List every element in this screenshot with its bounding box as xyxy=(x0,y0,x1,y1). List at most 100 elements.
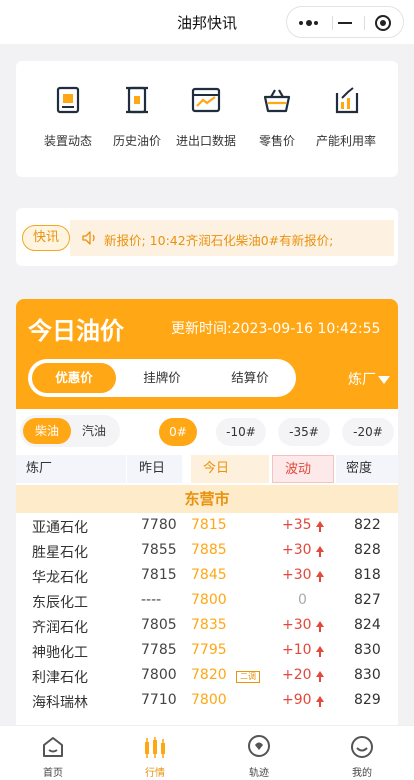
price-change-value: +30 xyxy=(282,617,312,633)
tab-list-price[interactable]: 挂牌价 xyxy=(120,363,204,393)
col-refinery[interactable]: 炼厂 xyxy=(16,455,126,483)
tab-mine[interactable]: 我的 xyxy=(322,734,402,779)
today-price: 7800 xyxy=(191,692,227,708)
price-title: 今日油价 xyxy=(28,317,124,345)
arrow-up-icon xyxy=(315,671,324,682)
price-change: +20 xyxy=(282,667,324,683)
yesterday-price: 7815 xyxy=(141,567,177,583)
price-change: +30 xyxy=(282,617,324,633)
fuel-type-toggle: 柴油 汽油 xyxy=(20,415,120,447)
news-text: 新报价; 10:42齐润石化柴油0#有新报价; xyxy=(104,233,334,248)
today-price: 7795 xyxy=(191,642,227,658)
refinery-name: 胜星石化 xyxy=(32,545,88,561)
yesterday-price: ---- xyxy=(141,592,162,608)
grade-minus35[interactable]: -35# xyxy=(278,418,330,446)
quick-link-label: 历史油价 xyxy=(112,134,161,148)
arrow-up-icon xyxy=(315,621,324,632)
price-change-value: +20 xyxy=(282,667,312,683)
speaker-icon xyxy=(82,231,95,245)
table-row[interactable]: 利津石化 7800 7820 二调 +20 830 xyxy=(16,664,398,689)
yesterday-price: 7800 xyxy=(141,667,177,683)
tab-track[interactable]: 轨迹 xyxy=(219,734,299,779)
city-group-header: 东营市 xyxy=(16,485,398,513)
price-change-value: +30 xyxy=(282,542,312,558)
tab-market[interactable]: 行情 xyxy=(115,734,195,779)
density-value: 818 xyxy=(354,567,381,583)
today-price: 7815 xyxy=(191,517,227,533)
col-change[interactable]: 波动 xyxy=(272,455,334,483)
price-change-value: +10 xyxy=(282,642,312,658)
tab-discount-price[interactable]: 优惠价 xyxy=(32,363,116,393)
basket-icon xyxy=(263,89,291,113)
fuel-selector-row: 柴油 汽油 0# -10# -35# -20# xyxy=(16,409,398,453)
price-change: +10 xyxy=(282,642,324,658)
quick-link-capacity-rate[interactable]: 产能利用率 xyxy=(308,85,384,149)
price-change-value: +90 xyxy=(282,692,312,708)
fuel-gasoline[interactable]: 汽油 xyxy=(71,418,117,444)
arrow-up-icon xyxy=(315,546,324,557)
refinery-name: 利津石化 xyxy=(32,670,88,686)
quick-link-retail-price[interactable]: 零售价 xyxy=(239,85,315,149)
news-ticker[interactable]: 快讯 新报价; 10:42齐润石化柴油0#有新报价; xyxy=(16,208,398,266)
home-icon xyxy=(43,737,63,757)
density-value: 827 xyxy=(354,592,381,608)
yesterday-price: 7805 xyxy=(141,617,177,633)
update-time: 更新时间:2023-09-16 10:42:55 xyxy=(171,321,381,337)
grade-minus20[interactable]: -20# xyxy=(342,418,394,446)
news-bar[interactable]: 新报价; 10:42齐润石化柴油0#有新报价; xyxy=(70,220,394,256)
arrow-up-icon xyxy=(315,571,324,582)
fuel-diesel[interactable]: 柴油 xyxy=(23,418,71,444)
grade-minus10[interactable]: -10# xyxy=(216,418,266,446)
density-value: 830 xyxy=(354,667,381,683)
price-change-value: 0 xyxy=(298,592,307,608)
adjust-badge: 二调 xyxy=(236,671,260,683)
tab-settlement-price[interactable]: 结算价 xyxy=(208,363,292,393)
quick-link-label: 零售价 xyxy=(258,134,295,148)
today-price: 7845 xyxy=(191,567,227,583)
refinery-filter-button[interactable]: 炼厂 xyxy=(348,369,390,389)
tab-label: 我的 xyxy=(352,768,372,779)
table-row[interactable]: 东辰化工 ---- 7800 0 827 xyxy=(16,589,398,614)
table-row[interactable]: 神驰化工 7785 7795 +10 830 xyxy=(16,639,398,664)
table-row[interactable]: 华龙石化 7815 7845 +30 818 xyxy=(16,564,398,589)
tab-home[interactable]: 首页 xyxy=(13,734,93,779)
price-change: +30 xyxy=(282,567,324,583)
quick-link-import-export[interactable]: 进出口数据 xyxy=(168,85,244,149)
price-header: 今日油价 更新时间:2023-09-16 10:42:55 优惠价 挂牌价 结算… xyxy=(16,299,398,409)
density-value: 824 xyxy=(354,617,381,633)
candlestick-icon xyxy=(145,737,165,758)
price-change: +30 xyxy=(282,542,324,558)
density-value: 822 xyxy=(354,517,381,533)
tab-label: 首页 xyxy=(43,768,63,779)
arrow-up-icon xyxy=(315,521,324,532)
arrow-up-icon xyxy=(315,696,324,707)
price-change: +90 xyxy=(282,692,324,708)
quick-link-label: 装置动态 xyxy=(43,134,92,148)
close-target-icon[interactable] xyxy=(375,15,391,31)
trend-chart-icon xyxy=(335,87,359,114)
capsule-divider xyxy=(332,16,333,30)
refinery-name: 齐润石化 xyxy=(32,620,88,636)
table-row[interactable]: 胜星石化 7855 7885 +30 828 xyxy=(16,539,398,564)
col-yesterday[interactable]: 昨日 xyxy=(127,455,182,483)
quick-link-device-status[interactable]: 装置动态 xyxy=(30,85,106,149)
table-row[interactable]: 齐润石化 7805 7835 +30 824 xyxy=(16,614,398,639)
yesterday-price: 7780 xyxy=(141,517,177,533)
smiley-icon xyxy=(351,736,373,758)
filter-icon xyxy=(378,376,390,384)
mini-program-capsule xyxy=(286,6,404,38)
more-icon[interactable] xyxy=(299,20,319,26)
quick-link-history-price[interactable]: 历史油价 xyxy=(99,85,175,149)
table-row[interactable]: 海科瑞林 7710 7800 +90 829 xyxy=(16,689,398,714)
top-bar: 油邦快讯 xyxy=(0,0,414,44)
today-oil-price-panel: 今日油价 更新时间:2023-09-16 10:42:55 优惠价 挂牌价 结算… xyxy=(16,299,398,729)
col-today[interactable]: 今日 xyxy=(191,455,269,483)
minimize-icon[interactable] xyxy=(338,22,352,24)
col-density[interactable]: 密度 xyxy=(336,455,398,483)
density-value: 829 xyxy=(354,692,381,708)
device-doc-icon xyxy=(56,86,80,114)
refinery-filter-label: 炼厂 xyxy=(348,372,376,388)
grade-0[interactable]: 0# xyxy=(159,418,197,446)
table-row[interactable]: 亚通石化 7780 7815 +35 822 xyxy=(16,514,398,539)
chart-window-icon xyxy=(191,87,221,113)
